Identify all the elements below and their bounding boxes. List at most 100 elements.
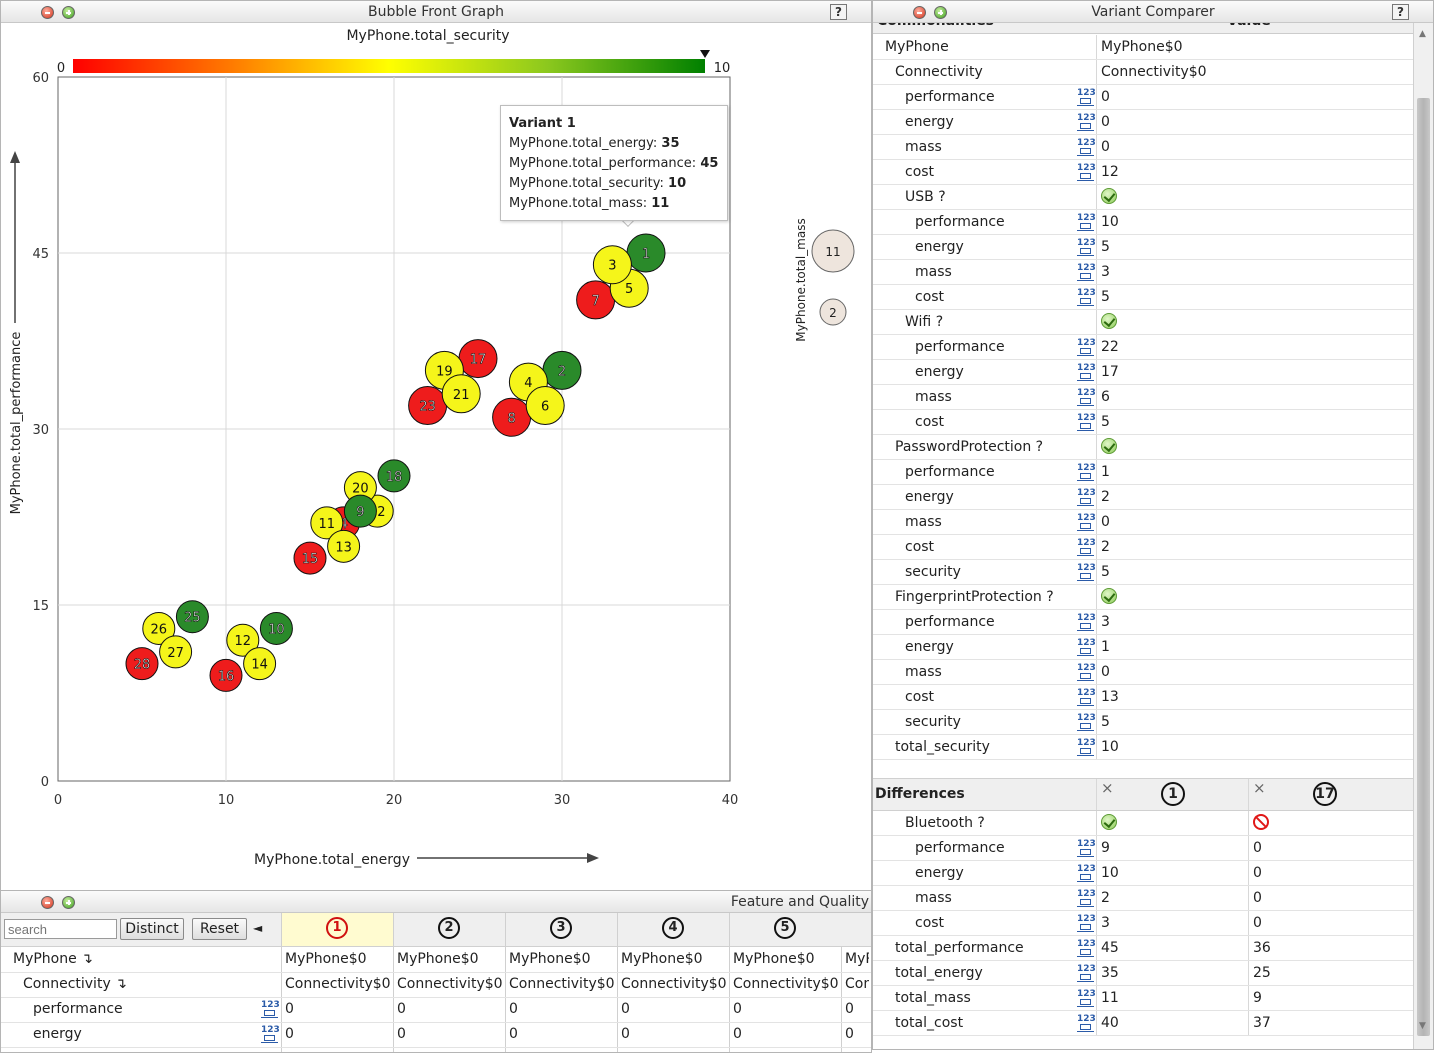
commonality-row[interactable]: performance 123 3 bbox=[873, 610, 1413, 635]
commonality-row[interactable]: USB ? bbox=[873, 185, 1413, 210]
feature-cell: 0 bbox=[397, 1026, 406, 1042]
y-tick-label: 60 bbox=[32, 71, 49, 86]
commonality-row[interactable]: mass 123 0 bbox=[873, 510, 1413, 535]
numeric-type-icon: 123 bbox=[1077, 990, 1096, 1007]
variant-17-value: 37 bbox=[1253, 1015, 1271, 1031]
difference-row[interactable]: total_cost 123 40 37 bbox=[873, 1011, 1413, 1036]
commonality-row[interactable]: mass 123 3 bbox=[873, 260, 1413, 285]
minimize-icon[interactable] bbox=[41, 6, 54, 19]
commonality-row[interactable]: Wifi ? bbox=[873, 310, 1413, 335]
difference-row[interactable]: Bluetooth ? bbox=[873, 811, 1413, 836]
commonality-row[interactable]: FingerprintProtection ? bbox=[873, 585, 1413, 610]
scroll-up-icon[interactable]: ▲ bbox=[1419, 29, 1426, 39]
commonality-row[interactable]: energy 123 0 bbox=[873, 110, 1413, 135]
feature-cell: 0 bbox=[621, 1026, 630, 1042]
commonality-row[interactable]: cost 123 12 bbox=[873, 160, 1413, 185]
commonality-row[interactable]: Connectivity Connectivity$0 bbox=[873, 60, 1413, 85]
size-legend-big-label: 11 bbox=[825, 245, 840, 259]
help-icon[interactable]: ? bbox=[1392, 4, 1409, 20]
commonality-row[interactable]: cost 123 13 bbox=[873, 685, 1413, 710]
commonality-row[interactable]: performance 123 22 bbox=[873, 335, 1413, 360]
collapse-arrow-icon[interactable]: ◄ bbox=[253, 921, 262, 935]
commonality-row[interactable]: MyPhone MyPhone$0 bbox=[873, 35, 1413, 60]
x-tick-label: 40 bbox=[722, 793, 739, 808]
remove-variant-1-icon[interactable]: × bbox=[1101, 779, 1114, 797]
variant-column-header-5[interactable]: 5 bbox=[729, 913, 841, 946]
maximize-icon[interactable] bbox=[934, 6, 947, 19]
color-scale-max: 10 bbox=[714, 61, 731, 76]
commonality-row[interactable]: cost 123 5 bbox=[873, 410, 1413, 435]
comparer-scrollbar[interactable]: ▲ ▼ bbox=[1413, 23, 1433, 1049]
difference-row[interactable]: mass 123 2 0 bbox=[873, 886, 1413, 911]
row-value: 0 bbox=[1101, 139, 1110, 155]
row-label: energy bbox=[915, 364, 964, 380]
commonality-row[interactable]: security 123 5 bbox=[873, 710, 1413, 735]
commonality-row[interactable]: mass 123 0 bbox=[873, 135, 1413, 160]
column-divider bbox=[1096, 585, 1097, 609]
numeric-type-icon: 123 bbox=[1077, 865, 1096, 882]
row-label: energy bbox=[915, 239, 964, 255]
difference-row[interactable]: total_energy 123 35 25 bbox=[873, 961, 1413, 986]
remove-variant-17-icon[interactable]: × bbox=[1253, 779, 1266, 797]
feature-cell: 0 bbox=[733, 1026, 742, 1042]
column-divider bbox=[1096, 185, 1097, 209]
feature-row-label[interactable]: MyPhone ↴ bbox=[13, 947, 93, 972]
difference-row[interactable]: total_mass 123 11 9 bbox=[873, 986, 1413, 1011]
variant-column-header-4[interactable]: 4 bbox=[617, 913, 729, 946]
y-tick-label: 45 bbox=[32, 247, 49, 262]
feature-row-label[interactable]: performance bbox=[33, 997, 123, 1022]
difference-row[interactable]: total_performance 123 45 36 bbox=[873, 936, 1413, 961]
commonality-row[interactable]: performance 123 10 bbox=[873, 210, 1413, 235]
scroll-down-icon[interactable]: ▼ bbox=[1419, 1021, 1426, 1031]
commonality-row[interactable]: energy 123 1 bbox=[873, 635, 1413, 660]
variant-column-header-2[interactable]: 2 bbox=[393, 913, 505, 946]
difference-row[interactable]: performance 123 9 0 bbox=[873, 836, 1413, 861]
comparer-content[interactable]: Commonalities Value MyPhone MyPhone$0 Conn… bbox=[873, 23, 1413, 1049]
maximize-icon[interactable] bbox=[62, 6, 75, 19]
variant-column-header-3[interactable]: 3 bbox=[505, 913, 617, 946]
numeric-type-icon: 123 bbox=[1077, 339, 1096, 356]
minimize-icon[interactable] bbox=[913, 6, 926, 19]
feature-cell: MyPhone$0 bbox=[285, 951, 367, 967]
commonality-row[interactable]: security 123 5 bbox=[873, 560, 1413, 585]
variant-1-value: 11 bbox=[1101, 990, 1119, 1006]
numeric-type-icon: 123 bbox=[1077, 464, 1096, 481]
commonality-row[interactable]: mass 123 0 bbox=[873, 660, 1413, 685]
commonality-row[interactable]: energy 123 17 bbox=[873, 360, 1413, 385]
feature-row-label[interactable]: energy bbox=[33, 1022, 82, 1047]
commonality-row[interactable]: PasswordProtection ? bbox=[873, 435, 1413, 460]
variant-17-value: 36 bbox=[1253, 940, 1271, 956]
variant-1-value: 10 bbox=[1101, 865, 1119, 881]
minimize-icon[interactable] bbox=[41, 896, 54, 909]
row-value: 1 bbox=[1101, 464, 1110, 480]
maximize-icon[interactable] bbox=[62, 896, 75, 909]
column-divider bbox=[1096, 735, 1097, 759]
difference-row[interactable]: cost 123 3 0 bbox=[873, 911, 1413, 936]
row-value: 5 bbox=[1101, 714, 1110, 730]
numeric-type-icon: 123 bbox=[1077, 289, 1096, 306]
commonality-row[interactable]: total_security 123 10 bbox=[873, 735, 1413, 760]
help-icon[interactable]: ? bbox=[830, 4, 847, 20]
commonality-row[interactable]: performance 123 1 bbox=[873, 460, 1413, 485]
commonality-row[interactable]: cost 123 5 bbox=[873, 285, 1413, 310]
variant-column-header-1[interactable]: 1 bbox=[281, 913, 393, 946]
bubble-label: 25 bbox=[184, 611, 201, 626]
reset-button[interactable]: Reset bbox=[192, 918, 247, 940]
commonality-row[interactable]: performance 123 0 bbox=[873, 85, 1413, 110]
scroll-thumb[interactable] bbox=[1417, 98, 1430, 1036]
variant-1-value: 9 bbox=[1101, 840, 1110, 856]
feature-cell: MyPhone$0 bbox=[621, 951, 703, 967]
column-divider bbox=[1096, 610, 1097, 634]
feature-row-label[interactable]: Connectivity ↴ bbox=[23, 972, 127, 997]
search-input[interactable] bbox=[4, 919, 117, 939]
commonality-row[interactable]: energy 123 2 bbox=[873, 485, 1413, 510]
row-divider bbox=[1, 1047, 871, 1048]
commonality-row[interactable]: energy 123 5 bbox=[873, 235, 1413, 260]
bubble-label: 12 bbox=[235, 634, 252, 649]
commonality-row[interactable]: mass 123 6 bbox=[873, 385, 1413, 410]
difference-row[interactable]: energy 123 10 0 bbox=[873, 861, 1413, 886]
row-value: 6 bbox=[1101, 389, 1110, 405]
color-scale-marker-icon[interactable] bbox=[700, 50, 710, 58]
commonality-row[interactable]: cost 123 2 bbox=[873, 535, 1413, 560]
distinct-button[interactable]: Distinct bbox=[120, 918, 184, 940]
